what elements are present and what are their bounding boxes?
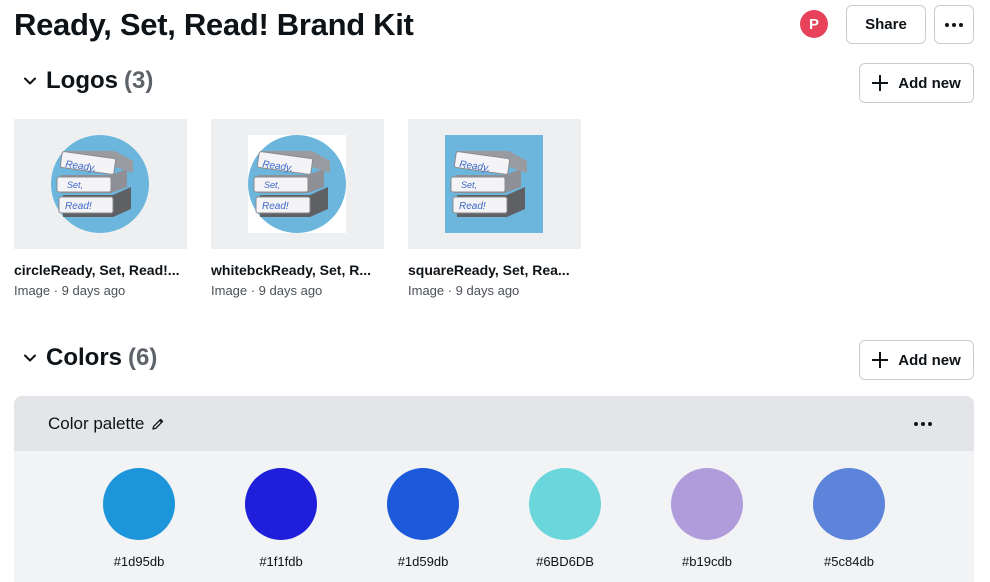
color-swatch[interactable]: #1d95db xyxy=(94,468,184,569)
logo-image: Ready,Set,Read! xyxy=(51,135,149,233)
color-swatch[interactable]: #6BD6DB xyxy=(520,468,610,569)
colors-count: (6) xyxy=(128,344,158,371)
palette-title[interactable]: Color palette xyxy=(48,414,144,434)
palette-more-button[interactable] xyxy=(908,414,938,434)
color-swatch[interactable]: #b19cdb xyxy=(662,468,752,569)
logo-thumbnail[interactable]: Ready, Set, Read! xyxy=(408,119,581,249)
logos-title: Logos xyxy=(46,67,118,94)
logo-text: Read! xyxy=(459,201,486,212)
swatch-hex-label: #5c84db xyxy=(824,554,874,569)
logo-text: Read! xyxy=(65,201,92,212)
color-swatch[interactable]: #1f1fdb xyxy=(236,468,326,569)
logo-thumbnail[interactable]: Ready, Set, Read! xyxy=(14,119,187,249)
add-color-button[interactable]: Add new xyxy=(859,340,974,380)
logo-text: Set, xyxy=(461,180,477,190)
add-logo-label: Add new xyxy=(898,74,961,92)
chevron-down-icon[interactable] xyxy=(20,71,40,91)
colors-section-header[interactable]: Colors (6) xyxy=(20,344,157,372)
more-icon xyxy=(914,422,932,426)
page-title: Ready, Set, Read! Brand Kit xyxy=(14,7,414,42)
chevron-down-icon[interactable] xyxy=(20,348,40,368)
logo-card[interactable]: Ready, Set, Read! squareReady, Set, Rea... I… xyxy=(408,119,581,298)
palette-header: Color palette xyxy=(14,396,974,451)
add-color-label: Add new xyxy=(898,351,961,369)
add-logo-button[interactable]: Add new xyxy=(859,63,974,103)
logo-name[interactable]: whitebckReady, Set, R... xyxy=(211,262,384,278)
more-icon xyxy=(945,22,963,27)
swatch-circle[interactable] xyxy=(671,468,743,540)
logos-section-header[interactable]: Logos (3) xyxy=(20,67,153,95)
pencil-icon[interactable] xyxy=(151,417,165,431)
logo-text: Set, xyxy=(67,180,83,190)
logo-image: Ready,Set,Read! xyxy=(445,135,543,233)
plus-icon xyxy=(872,75,889,91)
colors-title: Colors xyxy=(46,344,123,371)
logo-card[interactable]: Ready, Set, Read! circleReady, Set, Read!..… xyxy=(14,119,187,298)
swatch-hex-label: #1f1fdb xyxy=(259,554,303,569)
swatch-hex-label: #6BD6DB xyxy=(536,554,594,569)
logo-thumbnail[interactable]: Ready, Set, Read! xyxy=(211,119,384,249)
color-swatch[interactable]: #1d59db xyxy=(378,468,468,569)
logo-meta: Image · 9 days ago xyxy=(14,283,126,298)
plus-icon xyxy=(872,352,889,368)
logo-text: Read! xyxy=(262,201,289,212)
color-swatch[interactable]: #5c84db xyxy=(804,468,894,569)
logo-meta: Image · 9 days ago xyxy=(211,283,323,298)
swatch-hex-label: #b19cdb xyxy=(682,554,732,569)
share-button[interactable]: Share xyxy=(846,5,926,44)
logo-name[interactable]: circleReady, Set, Read!... xyxy=(14,262,187,278)
logos-count: (3) xyxy=(124,67,154,94)
swatch-circle[interactable] xyxy=(103,468,175,540)
logo-meta: Image · 9 days ago xyxy=(408,283,520,298)
avatar[interactable]: P xyxy=(800,10,828,38)
swatch-circle[interactable] xyxy=(813,468,885,540)
swatch-circle[interactable] xyxy=(387,468,459,540)
swatch-circle[interactable] xyxy=(529,468,601,540)
swatch-circle[interactable] xyxy=(245,468,317,540)
logo-text: Set, xyxy=(264,180,280,190)
swatch-hex-label: #1d59db xyxy=(397,554,449,569)
more-options-button[interactable] xyxy=(934,5,974,44)
swatch-hex-label: #1d95db xyxy=(113,554,165,569)
logo-name[interactable]: squareReady, Set, Rea... xyxy=(408,262,581,278)
logo-card[interactable]: Ready, Set, Read! whitebckReady, Set, R... I… xyxy=(211,119,384,298)
color-palette: Color palette #1d95db #1f1fdb #1d59db #6BD6… xyxy=(14,396,974,582)
logo-image: Ready,Set,Read! xyxy=(248,135,346,233)
